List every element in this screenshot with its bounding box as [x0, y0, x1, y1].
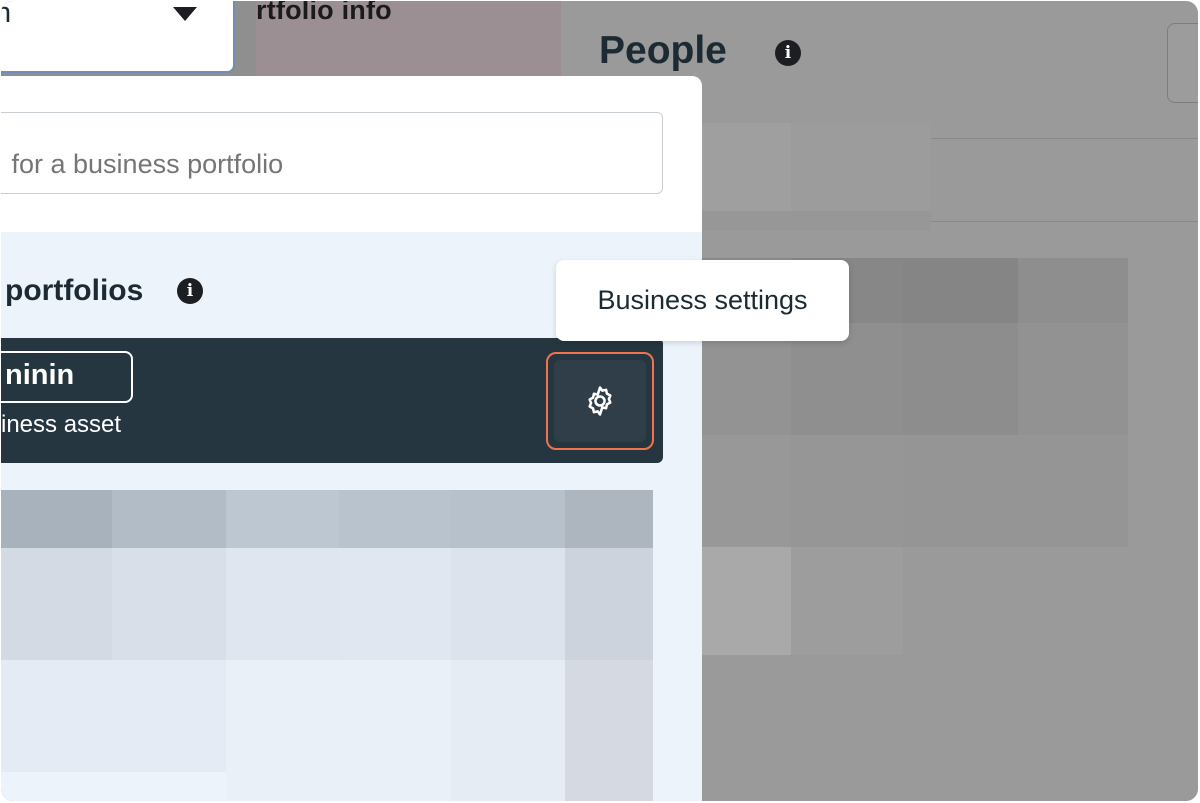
business-settings-button[interactable]	[546, 352, 654, 450]
redacted-block	[1, 490, 112, 548]
redacted-block	[565, 660, 653, 801]
info-icon[interactable]: i	[775, 40, 801, 66]
redacted-block	[339, 490, 451, 548]
business-selector[interactable]: n	[1, 1, 235, 73]
redacted-block	[226, 548, 339, 660]
portfolio-search-input[interactable]	[1, 112, 663, 194]
redacted-block	[903, 258, 1018, 323]
redacted-block	[1018, 323, 1128, 435]
redacted-block	[565, 490, 653, 548]
app-window: rtfolio info People i n portfolios i nin…	[1, 1, 1198, 801]
redacted-block	[112, 548, 226, 660]
redacted-block	[1018, 258, 1128, 323]
redacted-block	[565, 548, 653, 660]
business-settings-tooltip: Business settings	[556, 260, 849, 341]
redacted-block	[451, 490, 565, 548]
redacted-block	[339, 548, 451, 660]
header-button[interactable]	[1167, 23, 1198, 103]
portfolio-name: ninin	[1, 351, 133, 403]
selector-value: n	[1, 1, 12, 29]
portfolio-info-heading: rtfolio info	[256, 1, 392, 25]
redacted-block	[791, 435, 903, 547]
gear-icon	[588, 386, 612, 416]
redacted-block	[903, 435, 1128, 547]
redacted-block	[1, 660, 226, 772]
redacted-block	[451, 548, 565, 660]
info-icon[interactable]: i	[177, 278, 203, 304]
redacted-block	[791, 123, 931, 211]
caret-down-icon	[173, 7, 197, 21]
redacted-block	[791, 547, 903, 655]
redacted-block	[903, 323, 1018, 435]
redacted-block	[451, 660, 565, 801]
people-title: People	[599, 29, 727, 72]
redacted-block	[226, 660, 451, 801]
redacted-block	[226, 490, 339, 548]
redacted-block	[701, 435, 791, 547]
section-title: portfolios	[5, 274, 144, 307]
business-portfolio-popover: portfolios i ninin iness asset	[1, 76, 702, 801]
redacted-block	[701, 547, 791, 655]
portfolio-subtitle: iness asset	[1, 411, 122, 438]
redacted-block	[112, 490, 226, 548]
redacted-block	[1, 548, 112, 660]
settings-button-face	[554, 360, 646, 442]
